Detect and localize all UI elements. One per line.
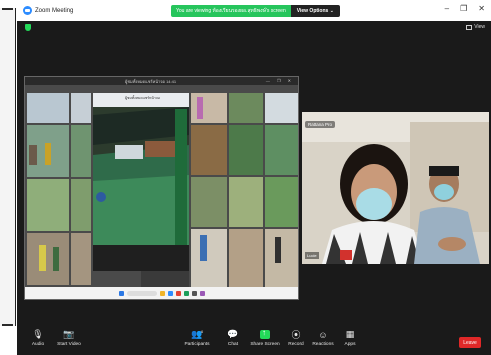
audio-button[interactable]: 🎙 Audio [23,329,53,347]
reactions-icon: ☺ [318,329,328,340]
start-video-button[interactable]: 📷 Start Video [54,329,84,347]
maximize-button[interactable]: ❐ [460,4,467,13]
grid-view-icon [466,24,473,30]
screen: Zoom Meeting You are viewing ห้องเรียนรอ… [0,0,491,355]
background-window-edge [0,8,16,326]
screen-share-banner: You are viewing ห้องเรียนรองผอ.สุทธิพงษ์… [171,5,340,17]
apps-label: Apps [344,342,356,347]
view-button[interactable]: View [466,24,485,30]
view-options-button[interactable]: View Options ⌄ [290,5,340,17]
start-icon [118,290,124,296]
participants-label: Participants [184,342,210,347]
record-button[interactable]: ⦿ Record [281,329,311,347]
participant-sub-tag: Lucie [305,252,319,259]
shared-window-title: ผู้ชมทั้งหมดแชร์หน้าจอ 14:41 [125,79,177,84]
shared-screen[interactable]: ผู้ชมทั้งหมดแชร์หน้าจอ 14:41 — ❐ ✕ ผู้ชม… [24,76,299,300]
apps-button[interactable]: ▦ Apps [335,329,365,347]
record-label: Record [288,342,304,347]
chat-button[interactable]: 💬 Chat [218,329,248,347]
start-video-label: Start Video [57,342,81,347]
view-label: View [474,24,485,30]
minimize-button[interactable]: – [445,4,449,13]
audio-label: Audio [31,342,45,347]
security-shield-icon[interactable] [25,24,31,31]
window-controls: – ❐ ✕ [445,4,485,13]
window-title: Zoom Meeting [35,7,74,14]
chat-icon: 💬 [227,329,239,339]
chevron-down-icon: ⌄ [329,8,334,14]
edge-icon [167,290,173,296]
share-screen-icon [260,328,270,339]
record-icon: ⦿ [291,330,301,340]
reactions-label: Reactions [312,342,334,347]
title-bar: Zoom Meeting You are viewing ห้องเรียนรอ… [17,0,491,21]
share-banner-message: You are viewing ห้องเรียนรองผอ.สุทธิพงษ์… [171,5,291,17]
shared-photo-collage: ผู้ชมทั้งหมดแชร์หน้าจอ [25,85,298,287]
shared-window-controls: — ❐ ✕ [265,78,294,83]
app-icon [191,290,197,296]
app-icon [199,290,205,296]
leave-button[interactable]: Leave [459,337,481,348]
apps-icon: ▦ [345,329,355,339]
meeting-toolbar: 🎙 Audio 📷 Start Video 👥 6 Participants 💬… [17,325,491,355]
close-button[interactable]: ✕ [478,4,485,13]
chat-label: Chat [227,342,239,347]
share-screen-label: Share Screen [250,342,280,347]
view-options-label: View Options [296,8,329,14]
participant-video[interactable]: Rattana Pro Lucie [302,112,489,264]
folder-icon [159,290,165,296]
inner-photo-title: ผู้ชมทั้งหมดแชร์หน้าจอ [125,95,160,100]
participants-count: 6 [201,329,204,334]
share-screen-button[interactable]: Share Screen [250,328,280,347]
taskbar-search-icon [126,290,157,296]
reactions-button[interactable]: ☺ Reactions [308,329,338,348]
participant-video-frame [302,112,489,264]
shared-window-titlebar: ผู้ชมทั้งหมดแชร์หน้าจอ 14:41 — ❐ ✕ [25,77,298,85]
shared-content: ผู้ชมทั้งหมดแชร์หน้าจอ [25,85,298,287]
microphone-icon: 🎙 [32,329,44,339]
zoom-meeting-window: Zoom Meeting You are viewing ห้องเรียนรอ… [17,0,491,355]
app-icon [175,290,181,296]
participant-name-tag: Rattana Pro [305,121,336,128]
shared-taskbar [25,287,298,299]
video-camera-icon: 📷 [63,329,75,339]
app-icon [183,290,189,296]
participants-button[interactable]: 👥 6 Participants [182,329,212,347]
zoom-logo-icon [23,6,32,15]
